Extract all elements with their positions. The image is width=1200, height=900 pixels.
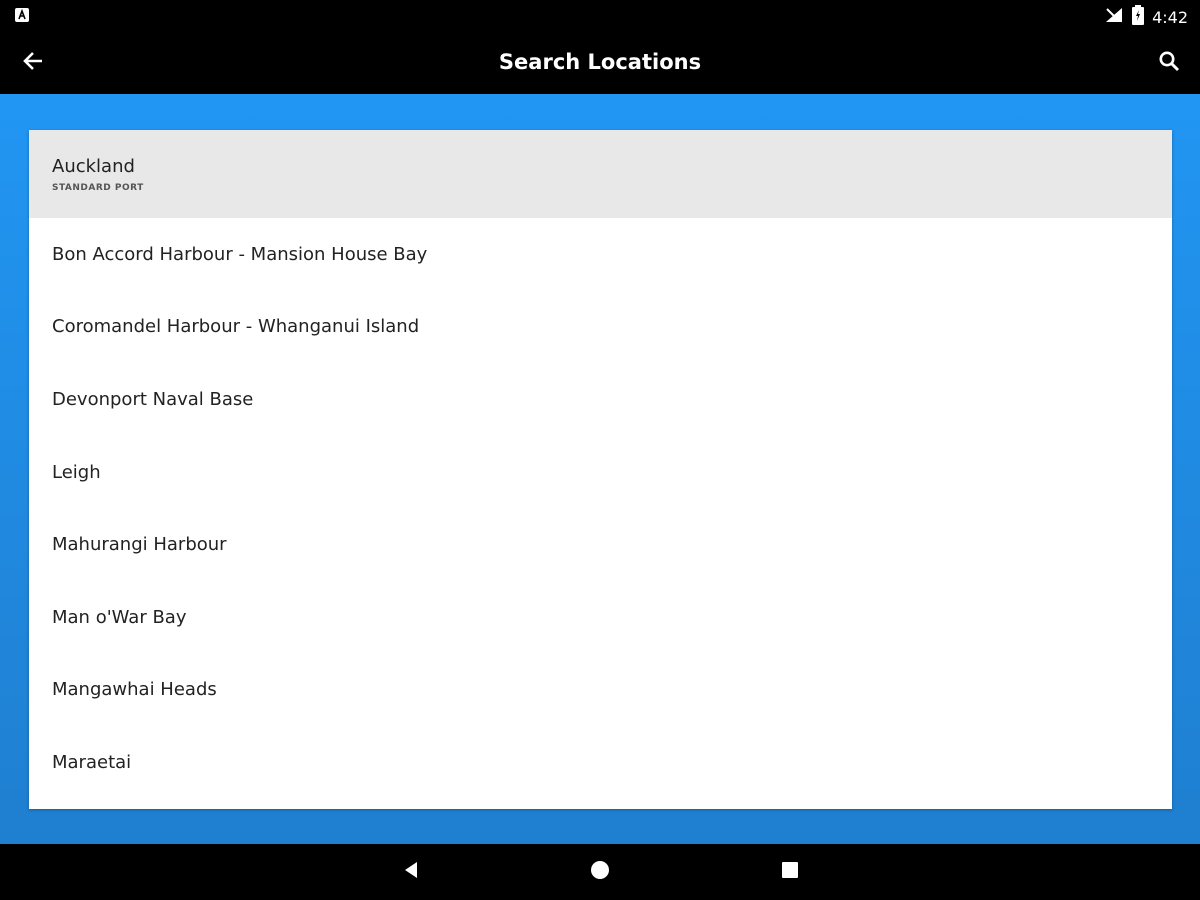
location-name: Devonport Naval Base	[52, 388, 254, 410]
recents-square-icon	[780, 860, 800, 885]
app-bar: Search Locations	[0, 30, 1200, 94]
back-triangle-icon	[401, 860, 421, 885]
location-subtitle: STANDARD PORT	[52, 182, 144, 193]
nav-home-button[interactable]	[586, 858, 614, 886]
signal-icon	[1104, 6, 1124, 29]
location-name: Man o'War Bay	[52, 606, 187, 628]
location-name: Bon Accord Harbour - Mansion House Bay	[52, 243, 428, 265]
search-button[interactable]	[1152, 46, 1186, 80]
page-title: Search Locations	[498, 50, 702, 74]
system-nav-bar	[0, 844, 1200, 900]
battery-icon	[1132, 5, 1145, 30]
location-name: Coromandel Harbour - Whanganui Island	[52, 316, 420, 338]
location-name: Maraetai	[52, 751, 132, 773]
list-item[interactable]: Mahurangi Harbour	[29, 508, 1172, 581]
location-name: Mahurangi Harbour	[52, 534, 227, 556]
location-name: Auckland	[52, 155, 135, 177]
nav-back-button[interactable]	[397, 858, 425, 886]
list-item[interactable]: Bon Accord Harbour - Mansion House Bay	[29, 218, 1172, 291]
list-item[interactable]: Maraetai	[29, 726, 1172, 799]
list-item[interactable]: Coromandel Harbour - Whanganui Island	[29, 291, 1172, 364]
locations-list: Auckland STANDARD PORT Bon Accord Harbou…	[29, 130, 1172, 809]
location-name: Mangawhai Heads	[52, 679, 217, 701]
list-item-auckland[interactable]: Auckland STANDARD PORT	[29, 130, 1172, 218]
list-item[interactable]: Man o'War Bay	[29, 581, 1172, 654]
list-item[interactable]: Leigh	[29, 436, 1172, 509]
notification-icon	[14, 7, 30, 23]
status-time: 4:42	[1152, 8, 1188, 27]
home-circle-icon	[590, 860, 610, 885]
location-name: Leigh	[52, 461, 101, 483]
list-item[interactable]: Devonport Naval Base	[29, 363, 1172, 436]
content-area: Auckland STANDARD PORT Bon Accord Harbou…	[0, 94, 1200, 844]
status-bar: 4:42	[0, 0, 1200, 30]
nav-recents-button[interactable]	[776, 858, 804, 886]
list-item[interactable]: Mangawhai Heads	[29, 654, 1172, 727]
search-icon	[1158, 50, 1180, 77]
